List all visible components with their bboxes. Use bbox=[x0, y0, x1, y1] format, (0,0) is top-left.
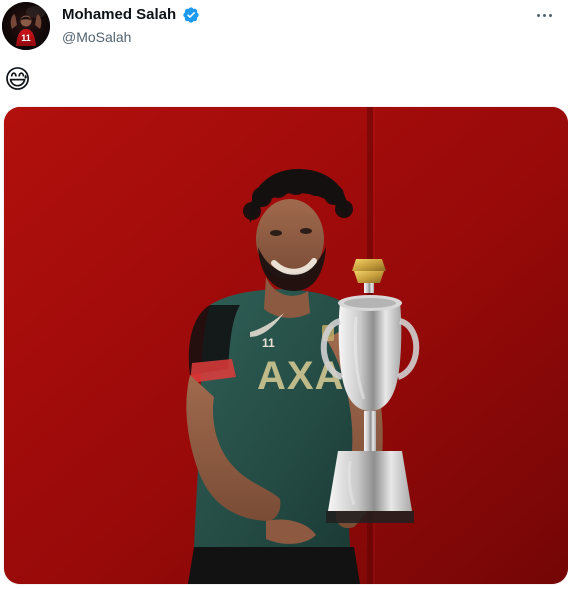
more-dots-icon bbox=[536, 13, 540, 17]
more-dots-icon bbox=[542, 13, 546, 17]
more-dots-icon bbox=[548, 13, 552, 17]
tweet-header: Mohamed Salah @MoSalah bbox=[62, 6, 556, 46]
avatar[interactable]: 11 bbox=[2, 2, 50, 50]
svg-text:11: 11 bbox=[21, 33, 31, 43]
shirt-sponsor: AXA bbox=[257, 354, 344, 398]
author-handle[interactable]: @MoSalah bbox=[62, 29, 556, 46]
verified-badge-icon bbox=[182, 6, 200, 24]
avatar-photo: 11 bbox=[2, 2, 50, 50]
shirt-number: 11 bbox=[262, 336, 275, 350]
photo-illustration: 11 AXA bbox=[4, 107, 568, 584]
tweet-card: 11 Mohamed Salah @MoSalah 😅 11 AXA bbox=[0, 0, 568, 589]
tweet-text: 😅 bbox=[4, 64, 32, 94]
author-name-row: Mohamed Salah bbox=[62, 6, 556, 24]
more-options-button[interactable] bbox=[532, 6, 556, 24]
tweet-media-photo[interactable]: 11 AXA bbox=[4, 107, 568, 584]
author-display-name[interactable]: Mohamed Salah bbox=[62, 6, 176, 24]
